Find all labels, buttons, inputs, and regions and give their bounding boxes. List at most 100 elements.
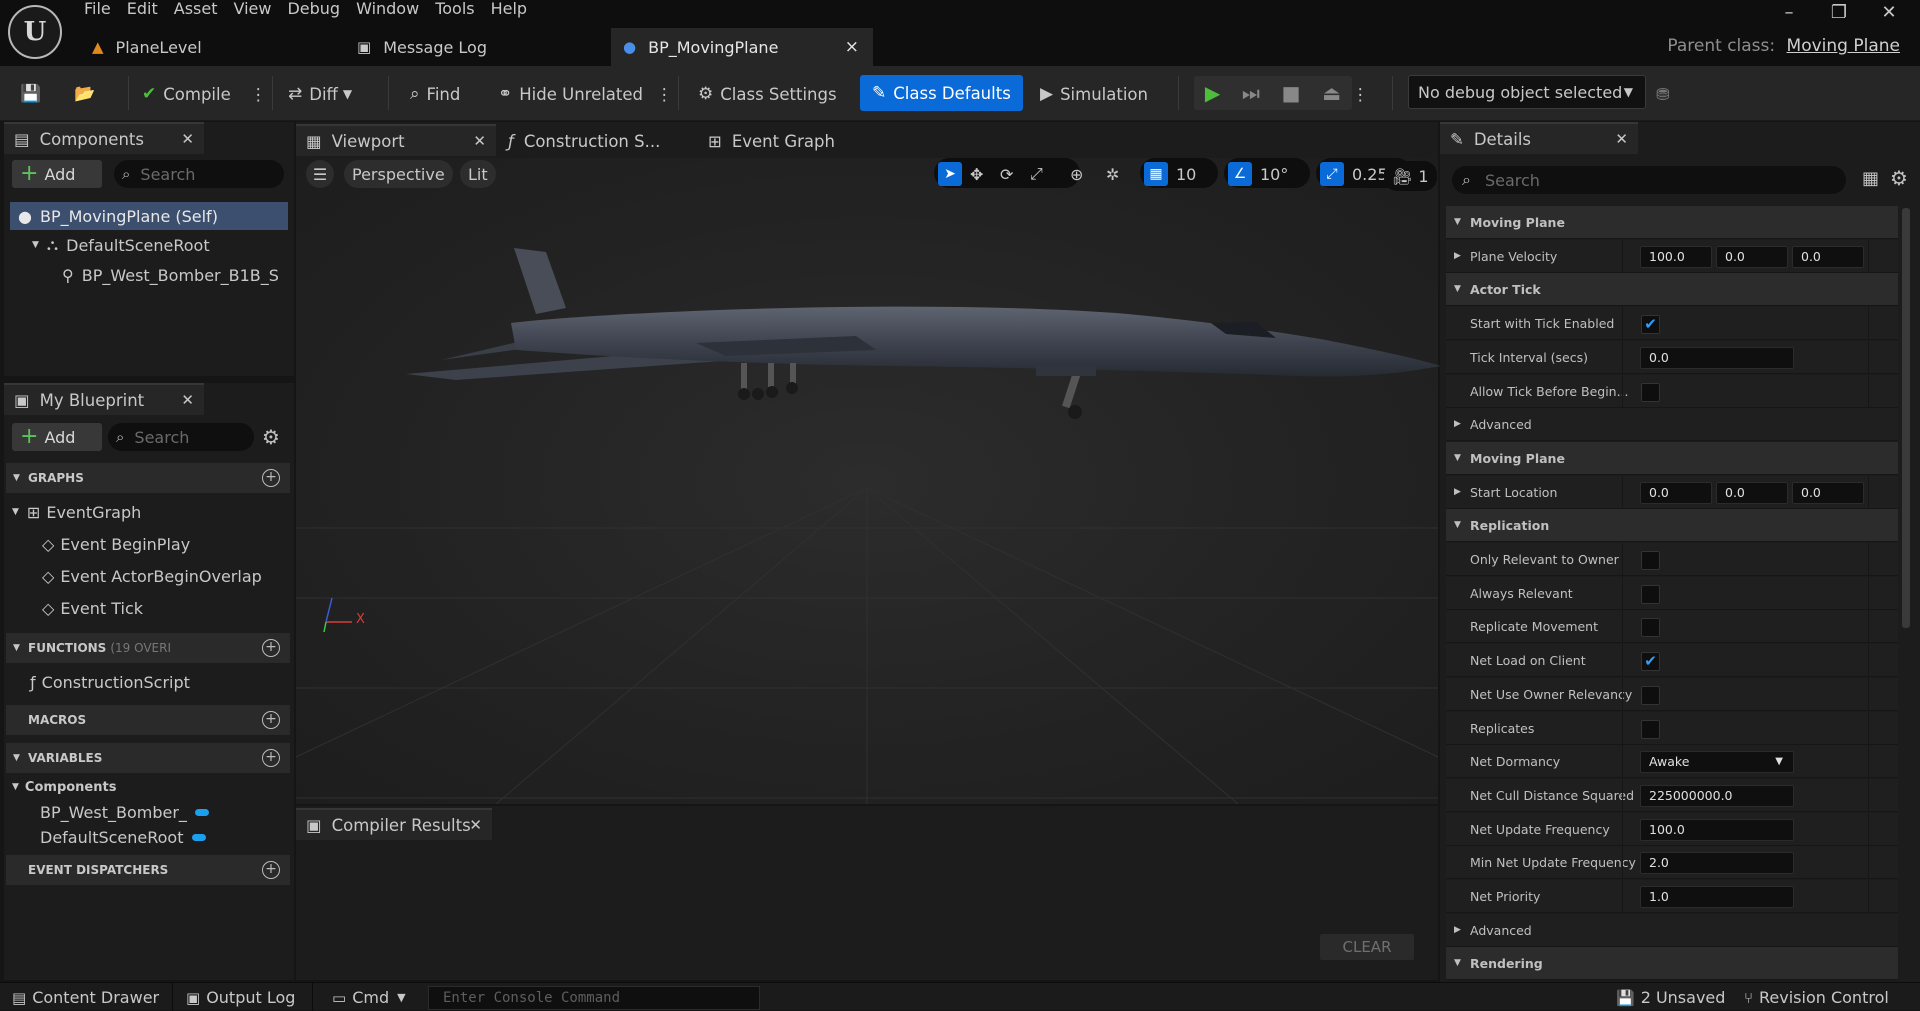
add-variable-icon[interactable]: + [262, 749, 280, 767]
doc-tab-bp-movingplane[interactable]: ● BP_MovingPlane × [611, 28, 873, 66]
details-search-input[interactable]: ⌕ Search [1452, 166, 1846, 194]
menu-tools[interactable]: Tools [431, 0, 486, 20]
console-command-input[interactable]: Enter Console Command [428, 986, 760, 1010]
compile-button[interactable]: ✔ Compile [142, 79, 231, 109]
clear-button[interactable]: CLEAR [1320, 934, 1414, 960]
vector-component-input[interactable]: 100.0 [1640, 246, 1712, 268]
vector-component-input[interactable]: 0.0 [1716, 482, 1788, 504]
surface-snap-icon[interactable]: ✲ [1106, 161, 1119, 187]
functions-section[interactable]: ▼ FUNCTIONS (19 OVERI + [6, 633, 290, 663]
close-icon[interactable]: ✕ [469, 816, 482, 834]
scale-icon[interactable]: ⤢ [1030, 161, 1043, 187]
event-tick[interactable]: ◇ Event Tick [42, 595, 143, 621]
doc-tab-planelevel[interactable]: ▲ PlaneLevel [80, 28, 330, 66]
variables-group-components[interactable]: ▼ Components [12, 777, 116, 797]
tab-viewport[interactable]: ▦ Viewport ✕ [296, 124, 496, 156]
translate-icon[interactable]: ✥ [970, 161, 983, 187]
checkbox[interactable] [1641, 585, 1660, 604]
vector-component-input[interactable]: 0.0 [1716, 246, 1788, 268]
number-input[interactable]: 225000000.0 [1640, 785, 1794, 807]
close-icon[interactable]: ✕ [181, 391, 194, 409]
details-row[interactable]: ▶ Advanced [1446, 914, 1898, 947]
details-row[interactable]: Replicates [1446, 712, 1898, 745]
details-row[interactable]: Min Net Update Frequency 2.0 [1446, 846, 1898, 879]
gear-icon[interactable]: ⚙ [1890, 166, 1908, 190]
event-actorbeginoverlap[interactable]: ◇ Event ActorBeginOverlap [42, 563, 262, 589]
grid-snap-toggle[interactable]: ▦ 10 [1144, 161, 1196, 187]
checkbox[interactable]: ✔ [1641, 315, 1660, 334]
vector-component-input[interactable]: 0.0 [1640, 482, 1712, 504]
tree-item-bomber[interactable]: ⚲ BP_West_Bomber_B1B_S [62, 262, 279, 288]
add-dispatcher-icon[interactable]: + [262, 861, 280, 879]
event-beginplay[interactable]: ◇ Event BeginPlay [42, 531, 190, 557]
rotate-icon[interactable]: ⟳ [1000, 161, 1013, 187]
details-row[interactable]: Allow Tick Before Begin... [1446, 375, 1898, 408]
select-tool[interactable]: ➤ [938, 161, 962, 187]
hide-unrelated-button[interactable]: ⚭ Hide Unrelated [498, 79, 643, 109]
details-row[interactable]: Net Use Owner Relevancy [1446, 678, 1898, 711]
diff-button[interactable]: ⇄ Diff ▼ [288, 79, 352, 109]
menu-asset[interactable]: Asset [170, 0, 230, 20]
checkbox[interactable] [1641, 383, 1660, 402]
details-row[interactable]: ▼ Actor Tick [1446, 273, 1898, 306]
close-tab-icon[interactable]: × [845, 37, 859, 57]
rotation-snap-value[interactable]: 10° [1260, 165, 1288, 184]
cmd-select[interactable]: ▭ Cmd ▼ [332, 988, 406, 1007]
scale-snap-toggle[interactable]: ⤢ 0.25 [1320, 161, 1388, 187]
function-construction-script[interactable]: ƒ ConstructionScript [30, 669, 190, 695]
close-icon[interactable]: ✕ [181, 130, 194, 148]
details-row[interactable]: Net Dormancy Awake ▼ [1446, 745, 1898, 778]
details-row[interactable]: ▶ Start Location 0.0 0.0 0.0 [1446, 476, 1898, 509]
class-defaults-button[interactable]: ✎ Class Defaults [860, 75, 1023, 111]
tab-components[interactable]: ▤ Components ✕ [4, 122, 204, 154]
variable-bomber[interactable]: BP_West_Bomber_ [40, 801, 209, 823]
unreal-logo-icon[interactable]: U [8, 5, 62, 59]
eject-icon[interactable]: ⏏ [1322, 81, 1341, 105]
details-row[interactable]: ▶ Advanced [1446, 408, 1898, 441]
checkbox[interactable] [1641, 686, 1660, 705]
graph-event-graph[interactable]: ▼ ⊞ EventGraph [12, 499, 141, 525]
tab-construction-script[interactable]: ƒ Construction S... [498, 124, 694, 156]
doc-tab-message-log[interactable]: ▣ Message Log [345, 28, 595, 66]
save-button[interactable]: 💾 [20, 79, 48, 109]
details-row[interactable]: ▼ Moving Plane [1446, 442, 1898, 475]
step-icon[interactable]: ⏭ [1242, 81, 1260, 105]
class-settings-button[interactable]: ⚙ Class Settings [698, 79, 837, 109]
gear-icon[interactable]: ⚙ [262, 425, 280, 449]
number-input[interactable]: 0.0 [1640, 347, 1794, 369]
dropdown-select[interactable]: Awake ▼ [1640, 751, 1794, 773]
close-icon[interactable]: ✕ [473, 132, 486, 150]
number-input[interactable]: 100.0 [1640, 819, 1794, 841]
menu-file[interactable]: File [80, 0, 123, 20]
tab-compiler-results[interactable]: ▣ Compiler Results ✕ [296, 808, 492, 840]
add-macro-icon[interactable]: + [262, 711, 280, 729]
details-row[interactable]: Net Cull Distance Squared 225000000.0 [1446, 779, 1898, 812]
event-dispatchers-section[interactable]: EVENT DISPATCHERS + [6, 855, 290, 885]
revision-control-button[interactable]: ⑂ Revision Control [1744, 988, 1889, 1007]
output-log-button[interactable]: ▣ Output Log [186, 988, 295, 1007]
details-row[interactable]: Net Load on Client ✔ [1446, 644, 1898, 677]
details-row[interactable]: ▼ Replication [1446, 509, 1898, 542]
menu-edit[interactable]: Edit [123, 0, 170, 20]
add-component-button[interactable]: + Add [12, 160, 102, 188]
details-row[interactable]: ▼ Rendering [1446, 947, 1898, 980]
table-view-icon[interactable]: ▦ [1862, 168, 1879, 189]
scale-snap-value[interactable]: 0.25 [1352, 165, 1388, 184]
play-options-icon[interactable]: ⋮ [1352, 79, 1369, 109]
details-row[interactable]: Start with Tick Enabled ✔ [1446, 307, 1898, 340]
unsaved-button[interactable]: 💾 2 Unsaved [1616, 988, 1725, 1007]
menu-help[interactable]: Help [487, 0, 539, 20]
debug-filter-icon[interactable]: ⛃ [1656, 79, 1670, 109]
details-row[interactable]: Always Relevant [1446, 577, 1898, 610]
checkbox[interactable] [1641, 618, 1660, 637]
vector-component-input[interactable]: 0.0 [1792, 246, 1864, 268]
menu-window[interactable]: Window [352, 0, 431, 20]
parent-class-link[interactable]: Moving Plane [1787, 36, 1900, 56]
checkbox[interactable]: ✔ [1641, 652, 1660, 671]
checkbox[interactable] [1641, 720, 1660, 739]
variable-default-scene-root[interactable]: DefaultSceneRoot [40, 826, 206, 848]
graphs-section[interactable]: ▼ GRAPHS + [6, 463, 290, 493]
details-row[interactable]: ▼ Moving Plane [1446, 206, 1898, 239]
components-search-input[interactable]: ⌕ Search [114, 160, 284, 188]
scrollbar[interactable] [1902, 208, 1910, 628]
